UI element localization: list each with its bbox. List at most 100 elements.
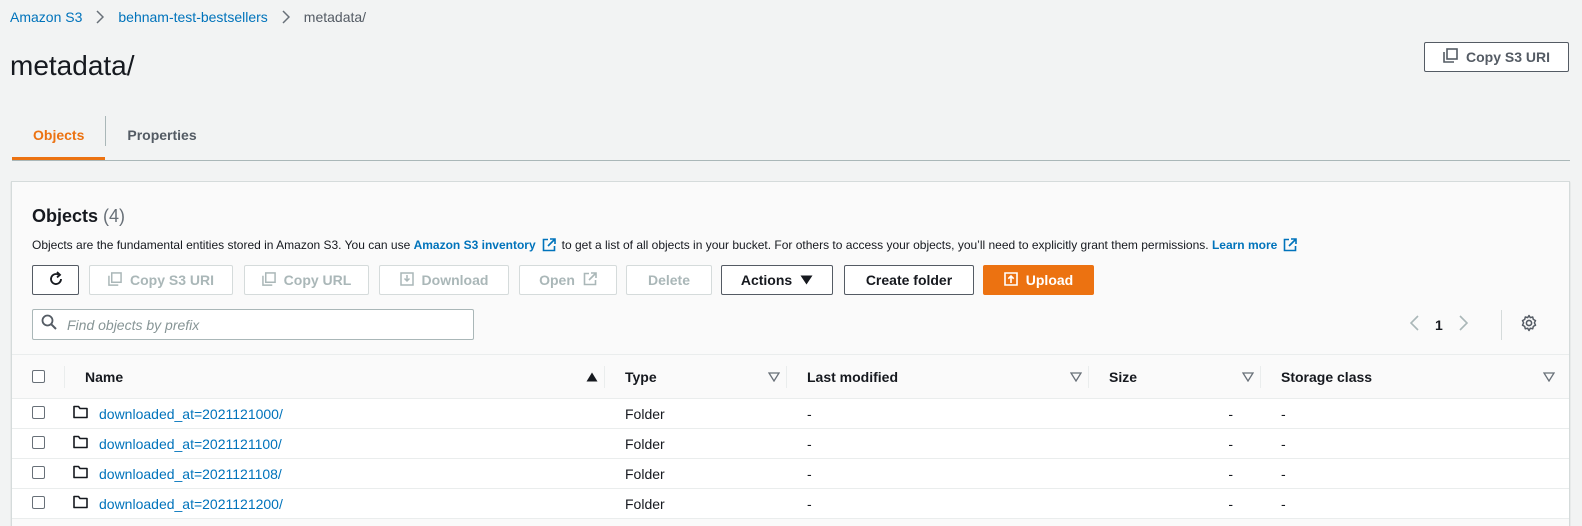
search-input[interactable] [67,316,447,333]
upload-button[interactable]: Upload [983,265,1094,295]
row-checkbox[interactable] [32,495,45,509]
column-header-type[interactable]: Type [605,355,787,399]
sort-icon [1070,371,1082,382]
objects-panel: Objects (4) Objects are the fundamental … [11,181,1570,526]
copy-s3-uri-button[interactable]: Copy S3 URI [89,265,233,295]
sort-icon [1543,371,1555,382]
object-name-link[interactable]: downloaded_at=2021121200/ [99,496,283,512]
description-text-2: to get a list of all objects in your buc… [561,238,1209,252]
row-checkbox[interactable] [32,465,45,479]
table-row: downloaded_at=2021121108/ Folder - - - [12,458,1569,489]
tab-objects[interactable]: Objects [12,110,106,160]
object-type: Folder [625,435,665,452]
chevron-left-icon[interactable] [1409,314,1419,336]
object-size: - [1228,435,1233,452]
column-header-size[interactable]: Size [1089,355,1261,399]
chevron-right-icon [96,10,105,24]
delete-button[interactable]: Delete [626,265,712,295]
column-last-modified-label: Last modified [807,368,899,385]
open-label: Open [539,272,575,288]
objects-panel-title: Objects (4) [32,206,125,227]
objects-title-text: Objects [32,206,99,226]
caret-down-icon [800,272,813,288]
breadcrumb-bucket[interactable]: behnam-test-bestsellers [118,9,267,25]
object-last-modified: - [807,465,812,482]
actions-dropdown-button[interactable]: Actions [721,265,833,295]
breadcrumb-amazon-s3[interactable]: Amazon S3 [10,9,82,25]
gear-icon [1520,314,1538,337]
create-folder-button[interactable]: Create folder [844,265,974,295]
copy-url-button[interactable]: Copy URL [244,265,369,295]
column-type-label: Type [625,368,657,385]
download-label: Download [421,272,489,288]
download-icon [399,271,414,289]
upload-icon [1003,271,1018,289]
search-box [32,309,474,340]
tab-bar: Objects Properties [12,110,1570,161]
sort-icon [768,371,780,382]
object-name-link[interactable]: downloaded_at=2021121108/ [99,466,282,482]
object-storage-class: - [1281,465,1286,482]
table-settings-button[interactable] [1515,311,1543,339]
folder-icon [73,495,88,512]
chevron-right-icon[interactable] [1459,314,1468,336]
actions-label: Actions [740,272,793,288]
table-header-row: Name Type Last modified Size Storage cla… [12,354,1569,399]
column-header-storage-class[interactable]: Storage class [1261,355,1569,399]
create-folder-label: Create folder [865,272,953,288]
tab-properties[interactable]: Properties [106,110,217,160]
breadcrumb: Amazon S3 behnam-test-bestsellers metada… [10,9,366,25]
object-name-link[interactable]: downloaded_at=2021121100/ [99,436,282,452]
object-type: Folder [625,405,665,422]
objects-description: Objects are the fundamental entities sto… [32,238,1303,252]
object-type: Folder [625,465,665,482]
select-all-checkbox[interactable] [32,370,45,383]
object-storage-class: - [1281,435,1286,452]
search-icon [41,314,57,335]
copy-s3-uri-header-button[interactable]: Copy S3 URI [1424,42,1569,72]
copy-s3-uri-label: Copy S3 URI [1465,49,1550,65]
object-size: - [1228,495,1233,512]
copy-url-label: Copy URL [283,272,352,288]
current-page-number[interactable]: 1 [1435,317,1443,333]
folder-icon [73,435,88,452]
table-row: downloaded_at=2021121200/ Folder - - - [12,488,1569,519]
refresh-icon [48,270,64,290]
object-size: - [1228,465,1233,482]
object-storage-class: - [1281,405,1286,422]
table-row: downloaded_at=2021121100/ Folder - - - [12,428,1569,459]
external-link-icon [542,238,556,252]
breadcrumb-current: metadata/ [303,9,367,25]
page-title: metadata/ [10,50,135,81]
external-link-icon [583,271,597,289]
chevron-right-icon [282,10,290,24]
object-last-modified: - [807,495,812,512]
description-text-1: Objects are the fundamental entities sto… [32,238,411,252]
objects-count: (4) [103,206,126,226]
row-checkbox[interactable] [32,435,45,449]
object-type: Folder [625,495,665,512]
refresh-button[interactable] [32,265,79,295]
object-size: - [1228,405,1233,422]
copy-s3-uri-label: Copy S3 URI [129,272,214,288]
folder-icon [73,465,88,482]
pagination: 1 [1409,310,1468,340]
column-size-label: Size [1109,368,1138,385]
open-button[interactable]: Open [519,265,617,295]
download-button[interactable]: Download [379,265,509,295]
s3-inventory-link[interactable]: Amazon S3 inventory [414,238,536,252]
row-checkbox[interactable] [32,405,45,419]
sort-ascending-icon [586,372,598,382]
object-storage-class: - [1281,495,1286,512]
upload-label: Upload [1025,272,1074,288]
column-name-label: Name [85,368,124,385]
learn-more-link[interactable]: Learn more [1212,238,1277,252]
objects-table: Name Type Last modified Size Storage cla… [12,354,1569,519]
column-header-name[interactable]: Name [65,355,605,399]
table-row: downloaded_at=2021121000/ Folder - - - [12,398,1569,429]
column-header-last-modified[interactable]: Last modified [787,355,1089,399]
delete-label: Delete [647,272,691,288]
sort-icon [1242,371,1254,382]
object-name-link[interactable]: downloaded_at=2021121000/ [99,406,283,422]
copy-icon [261,271,276,289]
